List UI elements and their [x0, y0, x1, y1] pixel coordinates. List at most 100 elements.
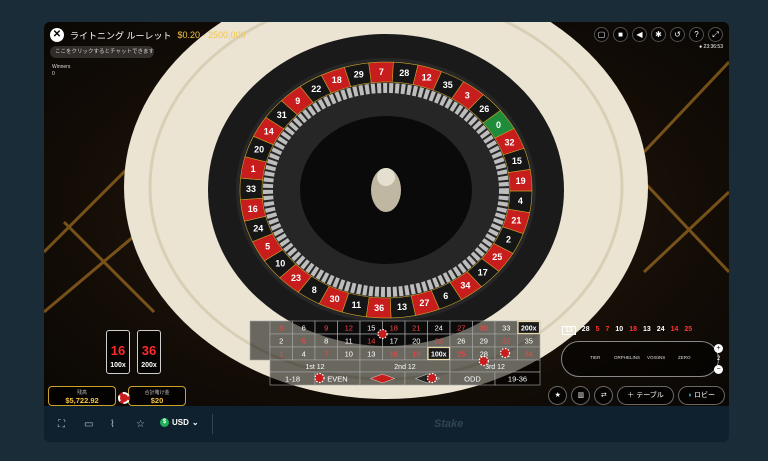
lightning-cell-multiplier: 200x — [521, 326, 537, 333]
placed-chip-icon[interactable] — [426, 372, 438, 384]
chevron-down-icon: ⌄ — [191, 418, 199, 427]
neighbors-control: + 2 − — [714, 344, 723, 374]
lightning-multiplier-card: 36 200x — [137, 330, 161, 374]
lightning-number: 16 — [110, 343, 126, 358]
outside-bet-label: EVEN — [327, 375, 347, 384]
bet-number: 25 — [457, 350, 465, 359]
bet-number: 29 — [480, 337, 488, 346]
outside-bet-label: 1-18 — [285, 375, 300, 384]
racetrack-label[interactable]: ZERO — [678, 355, 691, 360]
result-item: 28 — [581, 326, 590, 333]
result-item: 5 — [595, 326, 600, 333]
bet-number: 3 — [279, 324, 283, 333]
result-item: 13 — [643, 326, 651, 333]
result-item: 14 — [670, 326, 679, 333]
dozen-label: 3rd 12 — [485, 364, 505, 371]
bet-number: 34 — [525, 350, 533, 359]
lightning-multiplier: 200x — [141, 362, 157, 369]
bet-number: 13 — [367, 350, 375, 359]
stats-icon[interactable]: ⌇ — [110, 419, 115, 430]
live-stream: 0 32 15 19 4 21 2 25 17 34 6 27 13 36 11 30 8 23 10 5 24 16 33… — [44, 22, 729, 406]
lightning-cell-multiplier: 100x — [431, 352, 447, 359]
zero-cell[interactable] — [249, 320, 271, 361]
balance-box: 残高 $5,722.92 — [48, 386, 116, 406]
bet-number: 16 — [390, 350, 398, 359]
total-bet-box: 合計賭け金 $20 — [128, 386, 186, 406]
bet-number: 10 — [345, 350, 353, 359]
bet-number: 5 — [302, 337, 306, 346]
placed-chip-icon[interactable] — [314, 372, 325, 384]
bottom-bar: ⛶ ▭ ⌇ ☆ $ USD ⌄ Stake — [44, 406, 729, 442]
fullscreen-icon[interactable]: ⛶ — [58, 419, 65, 430]
currency-selector[interactable]: $ USD ⌄ — [160, 418, 199, 427]
bet-number: 14 — [367, 337, 375, 346]
lobby-label: ロビー — [694, 392, 715, 399]
outside-bet-label: 19-36 — [508, 375, 527, 384]
bet-number: 20 — [412, 337, 420, 346]
bet-number: 17 — [390, 337, 398, 346]
bet-number: 35 — [525, 337, 533, 346]
game-window: 0 32 15 19 4 21 2 25 17 34 6 27 13 36 11 30 8 23 10 5 24 16 33… — [44, 22, 729, 442]
table-button[interactable]: ＋ テーブル — [617, 386, 674, 405]
placed-chip-icon[interactable] — [478, 355, 489, 367]
bet-number: 11 — [345, 337, 353, 346]
lobby-icon: ◗ — [687, 392, 693, 399]
star-icon[interactable]: ★ — [548, 386, 568, 405]
bet-number: 1 — [279, 350, 283, 359]
bet-number: 2 — [279, 337, 283, 346]
balance-value: $5,722.92 — [65, 396, 99, 405]
total-bet-value: $20 — [150, 396, 164, 405]
bet-number: 8 — [324, 337, 328, 346]
result-item: 7 — [605, 326, 610, 333]
minus-icon[interactable]: − — [714, 365, 723, 374]
placed-chip-icon[interactable] — [499, 347, 511, 359]
racetrack-label[interactable]: ORPHELINS — [614, 355, 640, 360]
result-item: 24 — [656, 326, 665, 333]
bet-number: 4 — [302, 350, 306, 359]
racetrack-label[interactable]: TIER — [590, 355, 600, 360]
theatre-icon[interactable]: ▭ — [84, 419, 93, 430]
swap-icon[interactable]: ⇄ — [594, 386, 614, 405]
plus-icon[interactable]: + — [714, 344, 723, 353]
action-bar: ★ ▥ ⇄ ＋ テーブル ◗ ロビー — [548, 386, 725, 405]
bet-number: 12 — [345, 324, 353, 333]
plus-icon: ＋ — [627, 392, 635, 399]
bet-number: 9 — [324, 324, 328, 333]
stats-icon[interactable]: ▥ — [571, 386, 591, 405]
racetrack[interactable]: TIER ORPHELINS VOISINS ZERO — [561, 341, 719, 377]
placed-chip-icon[interactable] — [377, 328, 388, 340]
lightning-number: 36 — [141, 343, 157, 358]
bet-number: 33 — [502, 324, 510, 333]
lightning-multiplier: 100x — [110, 362, 126, 369]
result-item: 10 — [615, 326, 624, 333]
bet-number: 26 — [457, 337, 465, 346]
result-item: 25 — [684, 326, 693, 333]
chip-icon[interactable] — [118, 392, 130, 404]
racetrack-label[interactable]: VOISINS — [647, 355, 665, 360]
neighbors-count: 2 — [716, 356, 721, 362]
bet-number: 30 — [480, 324, 488, 333]
bet-number: 15 — [367, 324, 375, 333]
currency-label: USD — [172, 418, 189, 427]
bet-number: 23 — [435, 337, 443, 346]
balance-label: 残高 — [76, 390, 87, 396]
bet-number: 21 — [412, 324, 420, 333]
divider — [212, 414, 213, 434]
star-icon[interactable]: ☆ — [136, 419, 145, 430]
dozen-label: 2nd 12 — [394, 364, 416, 371]
outside-bet-label: ODD — [464, 375, 481, 384]
bet-number: 19 — [412, 350, 420, 359]
bet-number: 32 — [502, 337, 510, 346]
bet-number: 18 — [390, 324, 398, 333]
bet-number: 24 — [435, 324, 443, 333]
bet-number: 7 — [324, 350, 328, 359]
table-label: テーブル — [636, 392, 664, 399]
recent-results: 13 28 5 7 10 18 13 24 14 25 — [562, 326, 692, 335]
lobby-button[interactable]: ◗ ロビー — [677, 386, 725, 405]
lightning-multiplier-card: 16 100x — [106, 330, 130, 374]
current-result: 13 — [562, 326, 576, 335]
total-bet-label: 合計賭け金 — [144, 390, 170, 396]
brand-logo: Stake — [434, 418, 464, 430]
bet-number: 27 — [457, 324, 465, 333]
dozen-label: 1st 12 — [305, 364, 324, 371]
